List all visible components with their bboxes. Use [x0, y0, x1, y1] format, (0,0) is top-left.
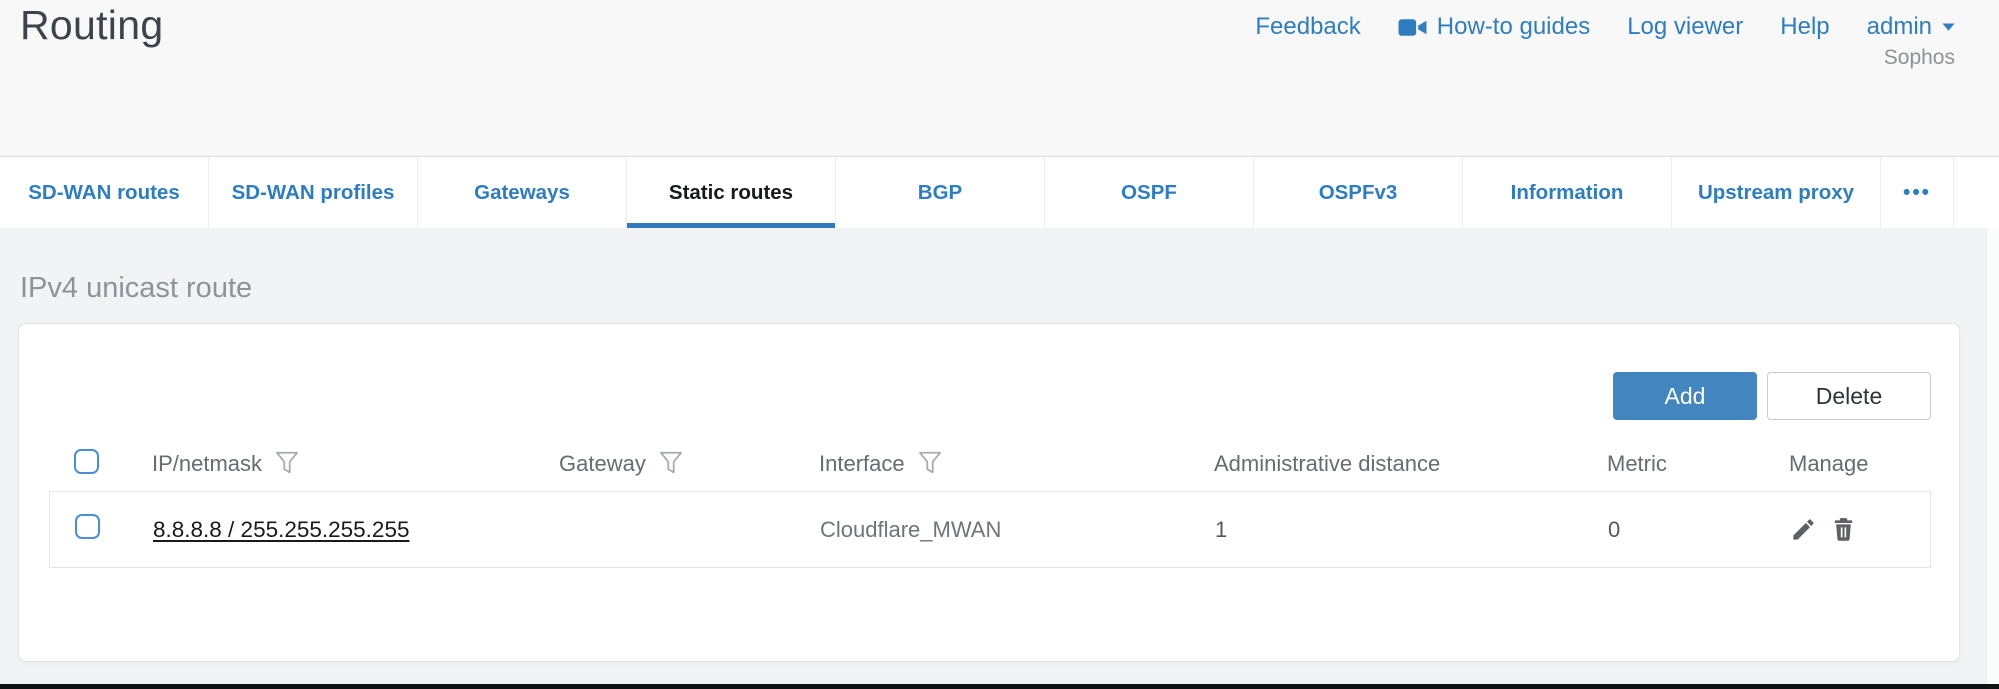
tab-ospfv3[interactable]: OSPFv3 — [1254, 157, 1463, 228]
column-label: IP/netmask — [152, 451, 262, 477]
tab-label: SD-WAN profiles — [232, 181, 395, 205]
top-nav: Feedback How-to guides Log viewer Help a… — [1255, 13, 1955, 41]
select-all-checkbox[interactable] — [74, 449, 99, 474]
nav-help-label: Help — [1780, 13, 1829, 41]
tab-information[interactable]: Information — [1463, 157, 1672, 228]
row-checkbox[interactable] — [75, 514, 100, 539]
delete-button[interactable]: Delete — [1767, 372, 1931, 420]
column-administrative-distance: Administrative distance — [1214, 451, 1607, 477]
tab-sd-wan-profiles[interactable]: SD-WAN profiles — [209, 157, 418, 228]
nav-log-viewer[interactable]: Log viewer — [1627, 13, 1743, 41]
tab-label: BGP — [918, 181, 962, 205]
nav-howto-guides[interactable]: How-to guides — [1398, 13, 1590, 41]
column-gateway: Gateway — [559, 451, 819, 477]
column-ip-netmask: IP/netmask — [152, 451, 559, 477]
tab-bgp[interactable]: BGP — [836, 157, 1045, 228]
cell-metric: 0 — [1608, 517, 1790, 543]
tab-overflow-menu[interactable]: ••• — [1881, 157, 1954, 228]
tab-label: Information — [1511, 181, 1624, 205]
cell-interface: Cloudflare_MWAN — [820, 517, 1215, 543]
cell-administrative-distance: 1 — [1215, 517, 1608, 543]
funnel-icon[interactable] — [275, 451, 299, 477]
table-row: 8.8.8.8 / 255.255.255.255 Cloudflare_MWA… — [49, 491, 1931, 568]
tab-label: OSPFv3 — [1319, 181, 1398, 205]
row-checkbox-cell — [75, 514, 153, 545]
cell-ip-netmask: 8.8.8.8 / 255.255.255.255 — [153, 517, 560, 543]
admin-menu[interactable]: admin — [1867, 13, 1955, 41]
tab-static-routes[interactable]: Static routes — [627, 157, 836, 228]
routes-card: Add Delete IP/netmask Gateway Interfac — [18, 323, 1960, 662]
funnel-icon[interactable] — [659, 451, 683, 477]
tab-label: Static routes — [669, 181, 793, 205]
tab-bar: SD-WAN routes SD-WAN profiles Gateways S… — [0, 156, 1999, 228]
table-header: IP/netmask Gateway Interface Administrat… — [49, 437, 1931, 491]
tab-sd-wan-routes[interactable]: SD-WAN routes — [0, 157, 209, 228]
tab-label: OSPF — [1121, 181, 1177, 205]
content-area: IPv4 unicast route Add Delete IP/netmask… — [0, 228, 1999, 684]
page-title: Routing — [20, 2, 163, 49]
pencil-icon[interactable] — [1790, 516, 1817, 543]
ip-netmask-link[interactable]: 8.8.8.8 / 255.255.255.255 — [153, 517, 409, 542]
ellipsis-icon: ••• — [1903, 181, 1931, 205]
tab-gateways[interactable]: Gateways — [418, 157, 627, 228]
page-header: Routing Feedback How-to guides Log viewe… — [0, 0, 1999, 156]
admin-menu-label: admin — [1867, 13, 1932, 41]
tab-label: Upstream proxy — [1698, 181, 1854, 205]
table-actions: Add Delete — [1613, 372, 1931, 420]
tab-label: SD-WAN routes — [28, 181, 179, 205]
tab-upstream-proxy[interactable]: Upstream proxy — [1672, 157, 1881, 228]
video-camera-icon — [1398, 17, 1427, 38]
trash-icon[interactable] — [1830, 516, 1857, 543]
scrollbar[interactable] — [1986, 228, 1999, 684]
column-manage: Manage — [1789, 451, 1931, 477]
column-label: Gateway — [559, 451, 646, 477]
header-checkbox-cell — [74, 449, 152, 480]
nav-howto-guides-label: How-to guides — [1437, 13, 1590, 41]
section-heading: IPv4 unicast route — [20, 272, 252, 305]
brand-label: Sophos — [1884, 46, 1955, 70]
tab-ospf[interactable]: OSPF — [1045, 157, 1254, 228]
column-interface: Interface — [819, 451, 1214, 477]
bottom-edge-bar — [0, 684, 1999, 689]
cell-manage — [1790, 516, 1930, 543]
nav-feedback-label: Feedback — [1255, 13, 1360, 41]
column-metric: Metric — [1607, 451, 1789, 477]
nav-help[interactable]: Help — [1780, 13, 1829, 41]
nav-log-viewer-label: Log viewer — [1627, 13, 1743, 41]
caret-down-icon — [1942, 23, 1955, 31]
tab-label: Gateways — [474, 181, 570, 205]
column-label: Interface — [819, 451, 905, 477]
funnel-icon[interactable] — [918, 451, 942, 477]
add-button[interactable]: Add — [1613, 372, 1757, 420]
nav-feedback[interactable]: Feedback — [1255, 13, 1360, 41]
